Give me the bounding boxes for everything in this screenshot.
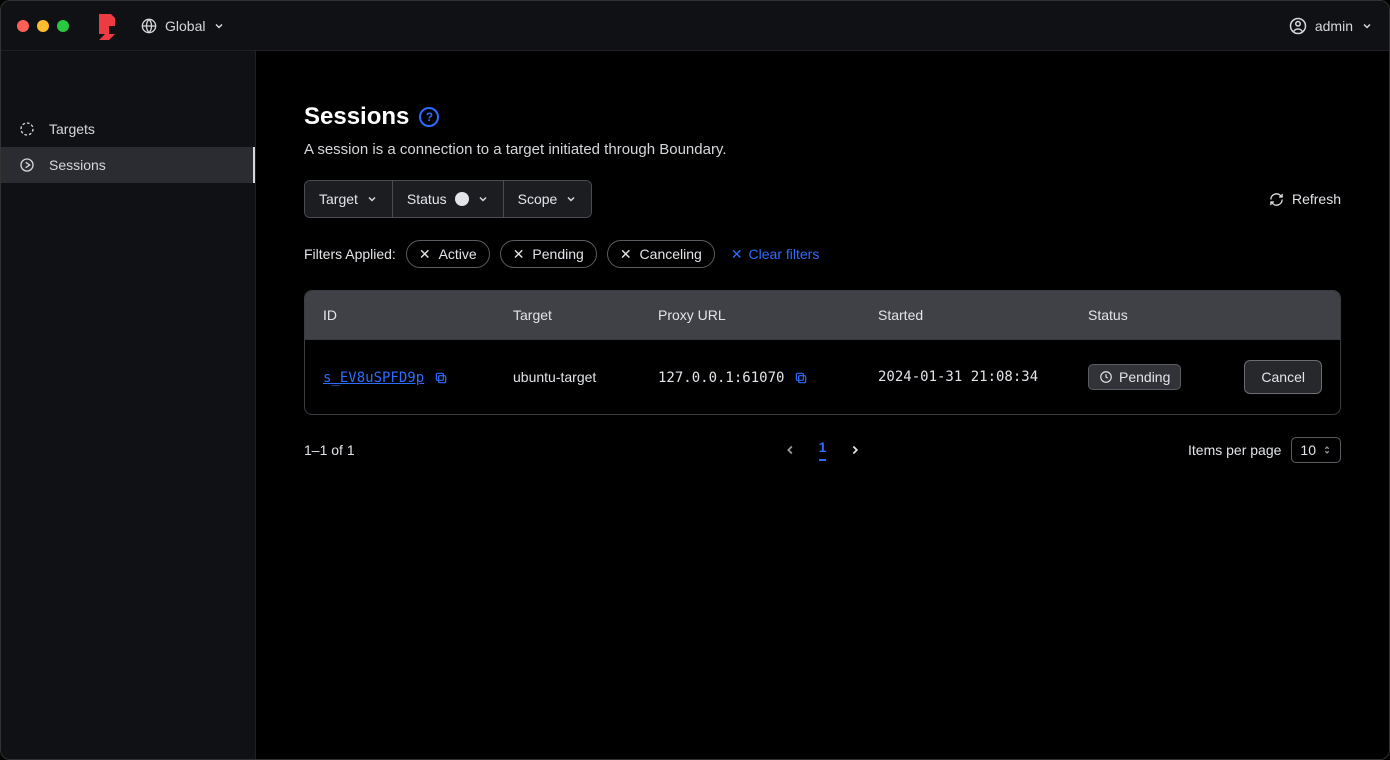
col-status: Status — [1088, 307, 1238, 323]
pending-icon — [1099, 370, 1113, 384]
page-description: A session is a connection to a target in… — [304, 141, 1341, 158]
pagination-summary: 1–1 of 1 — [304, 442, 355, 458]
close-icon: ✕ — [731, 246, 743, 263]
items-per-page: Items per page 10 — [1188, 437, 1341, 463]
cell-target: ubuntu-target — [513, 369, 658, 385]
filter-status[interactable]: Status — [393, 181, 504, 217]
status-indicator-dot — [455, 192, 469, 206]
sidebar: Targets Sessions — [1, 51, 256, 759]
sidebar-item-targets[interactable]: Targets — [1, 111, 255, 147]
items-per-page-value: 10 — [1300, 442, 1316, 458]
next-page-button[interactable] — [848, 443, 862, 457]
window-controls — [17, 20, 69, 32]
filter-chip-active[interactable]: ✕ Active — [406, 240, 490, 268]
page-title: Sessions — [304, 103, 409, 131]
filter-label: Scope — [518, 191, 558, 207]
chevron-down-icon — [366, 193, 378, 205]
filter-target[interactable]: Target — [305, 181, 393, 217]
sidebar-item-label: Targets — [49, 121, 95, 137]
help-icon[interactable]: ? — [419, 107, 439, 127]
user-icon — [1289, 17, 1307, 35]
proxy-url-text: 127.0.0.1:61070 — [658, 370, 784, 386]
cell-status: Pending — [1088, 364, 1238, 390]
filter-group: Target Status Scope — [304, 180, 592, 218]
app-logo — [93, 12, 121, 40]
chevron-left-icon — [783, 443, 797, 457]
scope-switcher[interactable]: Global — [141, 18, 225, 34]
remove-icon: ✕ — [419, 247, 431, 261]
select-arrows-icon — [1322, 443, 1332, 457]
copy-icon[interactable] — [794, 371, 808, 385]
cell-id: s_EV8uSPFD9p — [323, 369, 513, 386]
sessions-icon — [19, 157, 35, 173]
chevron-down-icon — [1361, 20, 1373, 32]
prev-page-button[interactable] — [783, 443, 797, 457]
sidebar-item-label: Sessions — [49, 157, 106, 173]
chevron-right-icon — [848, 443, 862, 457]
page-header: Sessions ? — [304, 103, 1341, 131]
filter-label: Status — [407, 191, 447, 207]
cancel-button[interactable]: Cancel — [1244, 360, 1322, 394]
items-per-page-select[interactable]: 10 — [1291, 437, 1341, 463]
cell-actions: Cancel — [1238, 360, 1322, 394]
refresh-button[interactable]: Refresh — [1269, 191, 1341, 207]
remove-icon: ✕ — [620, 247, 632, 261]
chevron-down-icon — [477, 193, 489, 205]
chip-label: Canceling — [640, 246, 702, 262]
col-proxy-url: Proxy URL — [658, 307, 878, 323]
clear-filters-label: Clear filters — [749, 246, 820, 262]
scope-label: Global — [165, 18, 205, 34]
chevron-down-icon — [565, 193, 577, 205]
clear-filters-button[interactable]: ✕ Clear filters — [731, 246, 820, 263]
copy-icon[interactable] — [434, 371, 448, 385]
target-icon — [19, 121, 35, 137]
col-target: Target — [513, 307, 658, 323]
remove-icon: ✕ — [513, 247, 525, 261]
chip-label: Pending — [532, 246, 583, 262]
sessions-table: ID Target Proxy URL Started Status s_EV8… — [304, 290, 1341, 415]
app-window: Global admin Targets Sessions Sessions — [0, 0, 1390, 760]
refresh-label: Refresh — [1292, 191, 1341, 207]
filter-bar: Target Status Scope Refresh — [304, 180, 1341, 218]
maximize-window-button[interactable] — [57, 20, 69, 32]
page-number[interactable]: 1 — [819, 439, 827, 461]
main-content: Sessions ? A session is a connection to … — [256, 51, 1389, 759]
table-header: ID Target Proxy URL Started Status — [305, 291, 1340, 339]
cell-started: 2024-01-31 21:08:34 — [878, 369, 1088, 385]
app-body: Targets Sessions Sessions ? A session is… — [1, 51, 1389, 759]
status-text: Pending — [1119, 369, 1170, 385]
status-badge: Pending — [1088, 364, 1181, 390]
col-id: ID — [323, 307, 513, 323]
pagination: 1–1 of 1 1 Items per page 10 — [304, 435, 1341, 465]
table-row: s_EV8uSPFD9p ubuntu-target 127.0.0.1:610… — [305, 339, 1340, 414]
user-label: admin — [1315, 18, 1353, 34]
user-menu[interactable]: admin — [1289, 17, 1373, 35]
refresh-icon — [1269, 192, 1284, 207]
filter-label: Target — [319, 191, 358, 207]
session-id-link[interactable]: s_EV8uSPFD9p — [323, 370, 424, 386]
filter-scope[interactable]: Scope — [504, 181, 592, 217]
titlebar: Global admin — [1, 1, 1389, 51]
applied-filters-label: Filters Applied: — [304, 246, 396, 262]
close-window-button[interactable] — [17, 20, 29, 32]
col-started: Started — [878, 307, 1088, 323]
cell-proxy-url: 127.0.0.1:61070 — [658, 369, 878, 386]
chevron-down-icon — [213, 20, 225, 32]
items-per-page-label: Items per page — [1188, 442, 1281, 458]
minimize-window-button[interactable] — [37, 20, 49, 32]
sidebar-item-sessions[interactable]: Sessions — [1, 147, 255, 183]
filter-chip-pending[interactable]: ✕ Pending — [500, 240, 597, 268]
applied-filters: Filters Applied: ✕ Active ✕ Pending ✕ Ca… — [304, 240, 1341, 268]
chip-label: Active — [439, 246, 477, 262]
filter-chip-canceling[interactable]: ✕ Canceling — [607, 240, 715, 268]
globe-icon — [141, 18, 157, 34]
pager-controls: 1 — [783, 439, 863, 461]
